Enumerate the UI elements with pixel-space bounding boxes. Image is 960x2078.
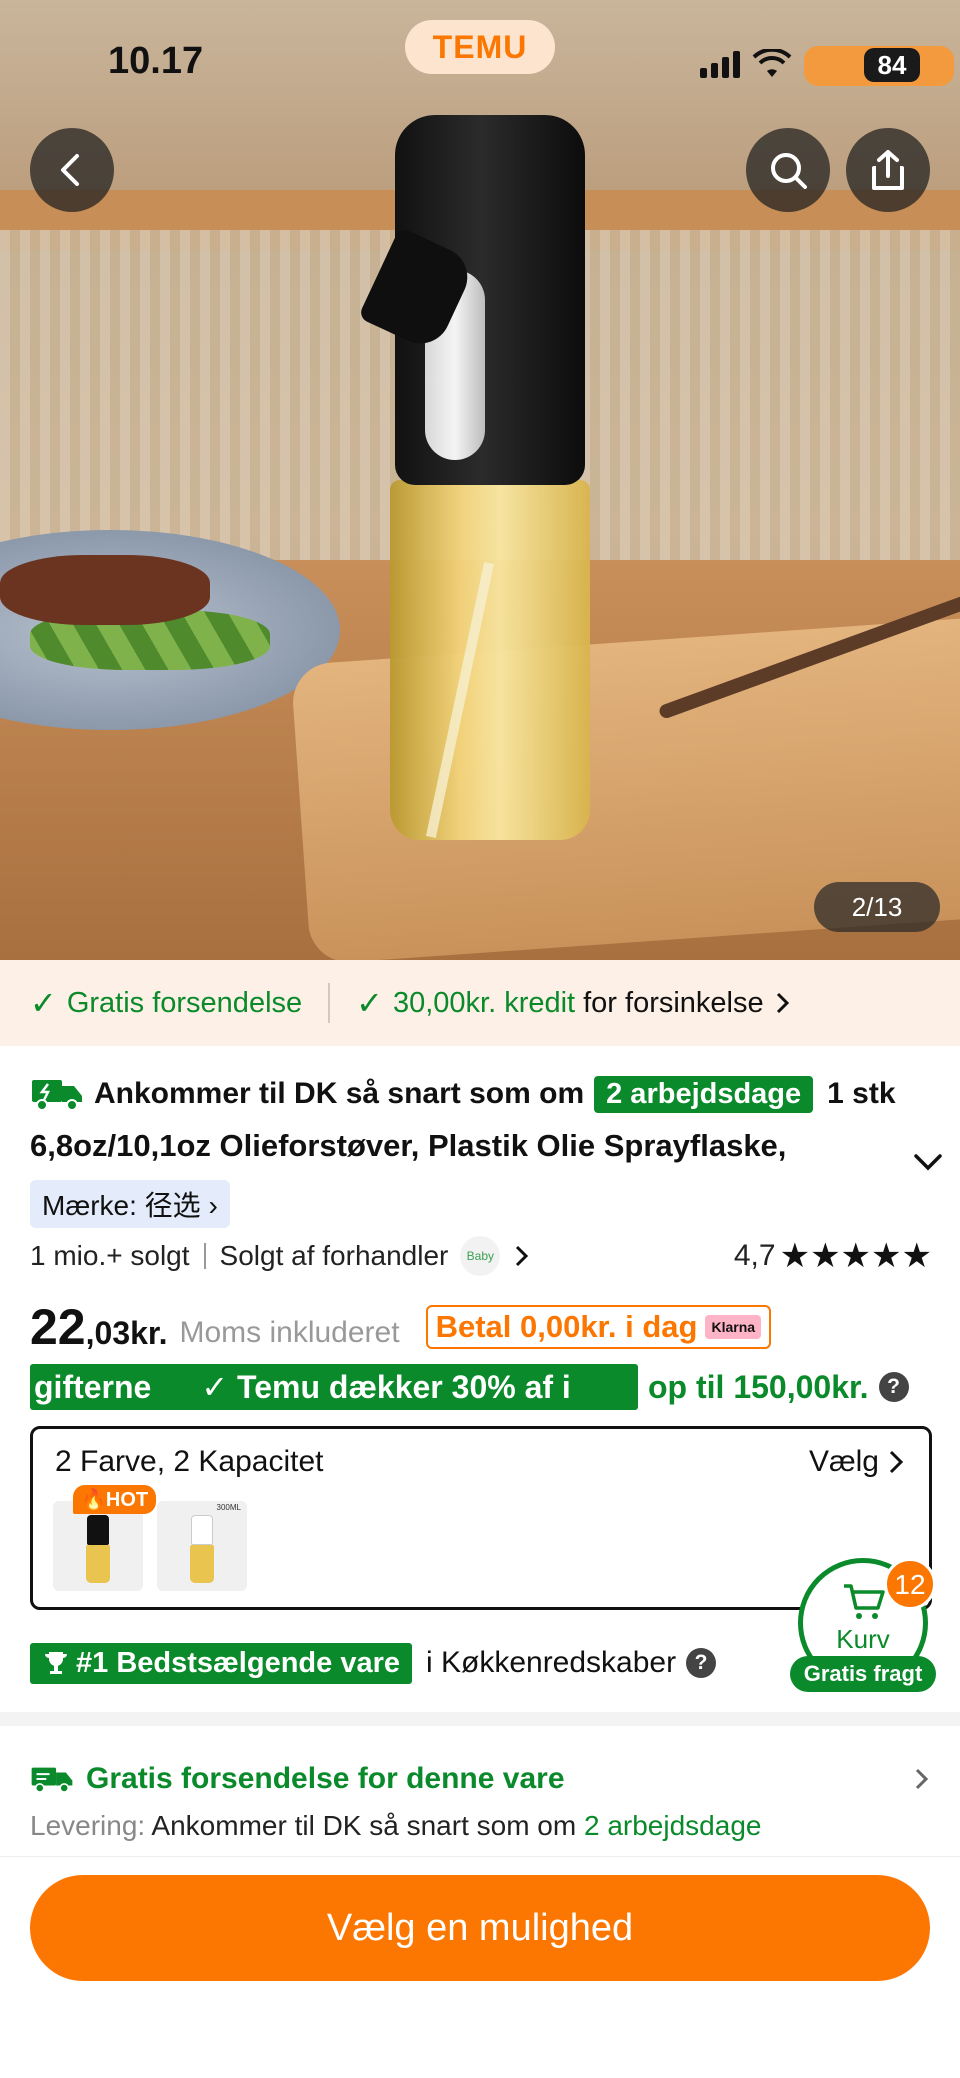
klarna-text: Betal 0,00kr. i dag <box>435 1309 698 1344</box>
product-title-block[interactable]: Ankommer til DK så snart som om 2 arbejd… <box>30 1070 942 1228</box>
delivery-days: 2 arbejdsdage <box>583 1810 762 1841</box>
battery-level: 84 <box>864 48 920 82</box>
hot-badge: 🔥HOT <box>73 1485 157 1514</box>
brand-chip[interactable]: Mærke: 径选 › <box>30 1180 230 1228</box>
search-button[interactable] <box>746 128 830 212</box>
temu-logo: TEMU <box>405 20 555 74</box>
vat-note: Moms inkluderet <box>179 1316 400 1349</box>
arrival-prefix: Ankommer til DK så snart som om <box>94 1077 585 1110</box>
cart-icon <box>844 1584 885 1619</box>
subsidy-text-a: gifterne <box>34 1369 152 1405</box>
wifi-icon <box>752 49 792 77</box>
check-icon: ✓ <box>30 985 57 1021</box>
rating-value: 4,7 <box>733 1239 776 1272</box>
chevron-left-icon <box>61 154 79 186</box>
chevron-right-icon <box>915 1768 929 1790</box>
sold-count: 1 mio.+ solgt <box>30 1240 190 1271</box>
battery-icon: 84 <box>804 44 954 86</box>
free-shipping-badge: Gratis fragt <box>790 1656 936 1692</box>
free-shipping-label: Gratis forsendelse <box>66 986 303 1019</box>
truck-icon <box>31 1767 73 1793</box>
delivery-text: Ankommer til DK så snart som om <box>151 1810 577 1841</box>
credit-suffix: for forsinkelse <box>583 986 764 1019</box>
signal-icon <box>700 50 740 78</box>
share-button[interactable] <box>846 128 930 212</box>
chevron-right-icon <box>889 1450 904 1474</box>
price-decimal: ,03kr. <box>85 1314 168 1351</box>
cart-label: Kurv <box>836 1624 890 1654</box>
title-start: 1 stk <box>827 1077 896 1110</box>
thumb-capacity-label: 300ML <box>216 1503 241 1512</box>
seller-badge: Baby <box>460 1236 501 1276</box>
image-bottle-body <box>390 480 590 840</box>
bestseller-row[interactable]: #1 Bedstsælgende vare i Køkkenredskaber … <box>30 1638 717 1688</box>
klarna-logo: Klarna <box>705 1315 762 1339</box>
sold-row: 1 mio.+ solgt Solgt af forhandler Baby 4… <box>30 1232 932 1280</box>
status-time: 10.17 <box>108 40 204 82</box>
section-divider <box>0 1712 960 1726</box>
bottom-bar: Vælg en mulighed <box>0 1856 960 2078</box>
arrival-line: Ankommer til DK så snart som om 2 arbejd… <box>30 1070 930 1118</box>
shipping-title: Gratis forsendelse for denne vare <box>86 1762 565 1795</box>
status-icons: 84 <box>700 44 954 86</box>
promo-strip[interactable]: ✓ Gratis forsendelse ✓ 30,00kr. kredit f… <box>0 960 960 1046</box>
choose-option-button[interactable]: Vælg en mulighed <box>30 1875 930 1981</box>
cart-count-badge: 12 <box>884 1558 936 1610</box>
truck-icon <box>32 1080 82 1111</box>
credit-amount: 30,00kr. kredit <box>392 986 576 1019</box>
variant-selector[interactable]: 2 Farve, 2 Kapacitet Vælg 300ML 🔥HOT <box>30 1426 932 1610</box>
subsidy-text-b: ✓ Temu dækker 30% af i <box>201 1369 571 1405</box>
price-integer: 22 <box>30 1299 86 1355</box>
chevron-right-icon <box>776 992 789 1014</box>
help-icon[interactable]: ? <box>686 1648 717 1678</box>
back-button[interactable] <box>30 128 114 212</box>
klarna-offer[interactable]: Betal 0,00kr. i dag Klarna <box>425 1305 772 1349</box>
price-row: 22 ,03kr. Moms inkluderet Betal 0,00kr. … <box>30 1292 932 1362</box>
image-meat <box>0 555 210 625</box>
search-icon <box>771 153 807 189</box>
arrival-days-badge: 2 arbejdsdage <box>594 1075 814 1113</box>
subsidy-banner: gifterne ✓ Temu dækker 30% af i <box>30 1364 638 1410</box>
subsidy-limit: op til 150,00kr. <box>648 1368 869 1405</box>
divider <box>203 1243 206 1269</box>
seller-link[interactable]: Solgt af forhandler <box>220 1240 449 1272</box>
brand-label: Mærke: 径选 <box>42 1190 201 1221</box>
product-title: 6,8oz/10,1oz Olieforstøver, Plastik Olie… <box>30 1128 787 1163</box>
flame-icon: 🔥 <box>81 1489 106 1511</box>
check-icon: ✓ <box>356 985 383 1021</box>
chevron-right-icon[interactable] <box>512 1243 532 1269</box>
star-icons: ★★★★★ <box>779 1237 932 1275</box>
bestseller-badge: #1 Bedstsælgende vare <box>30 1642 412 1684</box>
bestseller-category: i Køkkenredskaber <box>425 1646 677 1679</box>
variant-choose[interactable]: Vælg <box>809 1445 907 1479</box>
divider <box>328 983 331 1023</box>
hot-label: HOT <box>105 1489 149 1511</box>
share-icon <box>872 150 904 190</box>
variant-summary: 2 Farve, 2 Kapacitet <box>55 1445 324 1478</box>
help-icon[interactable]: ? <box>878 1372 909 1402</box>
chevron-right-icon: › <box>208 1190 218 1221</box>
delivery-row: Levering: Ankommer til DK så snart som o… <box>30 1810 761 1842</box>
chevron-down-icon[interactable] <box>908 1142 948 1182</box>
trophy-icon <box>45 1652 67 1674</box>
rating[interactable]: 4,7 ★★★★★ <box>734 1236 932 1276</box>
image-counter: 2/13 <box>814 882 940 932</box>
choose-label: Vælg <box>808 1445 879 1478</box>
cart-button[interactable]: Kurv 12 Gratis fragt <box>790 1558 936 1692</box>
bestseller-label: #1 Bedstsælgende vare <box>76 1646 400 1679</box>
variant-thumb-white[interactable]: 300ML <box>157 1501 247 1591</box>
variant-thumb-black[interactable] <box>53 1501 143 1591</box>
shipping-row[interactable]: Gratis forsendelse for denne vare <box>30 1756 932 1802</box>
subsidy-row[interactable]: gifterne ✓ Temu dækker 30% af i op til 15… <box>30 1362 932 1412</box>
delivery-label: Levering: <box>30 1810 146 1841</box>
